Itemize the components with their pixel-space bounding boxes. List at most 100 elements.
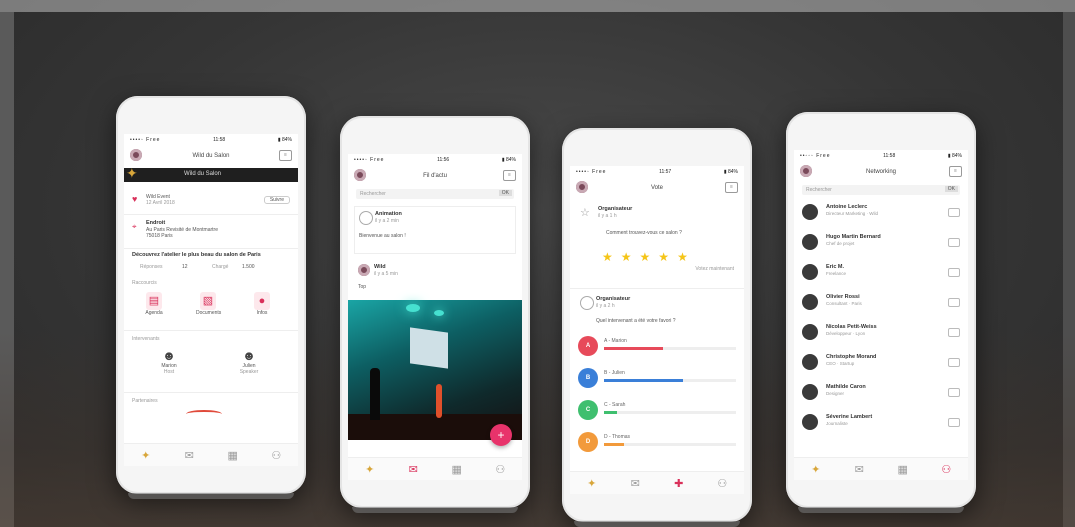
search-input[interactable]: Rechercher (806, 187, 832, 193)
tab-home[interactable]: ✦ (806, 463, 826, 476)
event-banner: ✦ Wild du Salon (124, 165, 298, 182)
shortcut-documents[interactable]: ▧ Documents (196, 292, 221, 316)
compose-button[interactable]: + (490, 424, 512, 446)
menu-icon[interactable]: ≡ (725, 182, 738, 193)
contact-subtitle: Freelance (826, 271, 847, 276)
post-author: Animation (375, 211, 402, 217)
tab-networking[interactable]: ⚇ (936, 463, 956, 476)
tab-vote[interactable]: ▦ (447, 463, 467, 476)
rating-question: Comment trouvez-vous ce salon ? (606, 230, 682, 236)
person-icon: ☻ (162, 348, 176, 363)
message-icon[interactable] (948, 418, 960, 427)
tab-vote[interactable]: ▦ (223, 449, 243, 462)
nav-bar: Networking ≡ (794, 162, 968, 182)
star-icon[interactable]: ★ (640, 250, 659, 264)
option-progress (604, 443, 624, 446)
tab-home[interactable]: ✦ (136, 449, 156, 462)
tab-home[interactable]: ✦ (582, 477, 602, 490)
poll-option[interactable]: D D - Thomas (578, 432, 736, 454)
contact-name: Olivier Rossi (826, 294, 860, 300)
speaker-card[interactable]: ☻ Julien Speaker (236, 348, 262, 375)
star-icon[interactable]: ★ (602, 250, 621, 264)
contact-subtitle: Journaliste (826, 421, 848, 426)
poll-option[interactable]: B B - Julien (578, 368, 736, 390)
phone-screen: ••••◦ Free 11:57 ▮ 84% Vote ≡ ☆ Organisa… (570, 166, 744, 494)
shortcut-info[interactable]: ● Infos (250, 292, 274, 316)
avatar (802, 384, 818, 400)
tab-networking[interactable]: ⚇ (712, 477, 732, 490)
sparkle-logo-icon: ✦ (126, 165, 138, 181)
option-track (604, 347, 736, 350)
message-icon[interactable] (948, 298, 960, 307)
option-badge: B (578, 368, 598, 388)
post-time: il y a 5 min (374, 271, 398, 277)
avatar (802, 294, 818, 310)
contact-row[interactable]: Antoine Leclerc Directeur Marketing · Wil… (802, 200, 960, 226)
organizer-row[interactable]: ♥ Wild Event 12 Avril 2018 Suivre (132, 194, 290, 208)
follow-button[interactable]: Suivre (263, 196, 290, 204)
search-button[interactable]: OK (944, 186, 958, 192)
presenter-silhouette (436, 384, 442, 418)
tab-networking[interactable]: ⚇ (266, 449, 286, 462)
message-icon[interactable] (948, 268, 960, 277)
avatar (359, 211, 373, 225)
message-icon[interactable] (948, 238, 960, 247)
place-block[interactable]: ⌖ Endroit Au Paris Revisité de Montmartr… (132, 220, 290, 242)
poll-option[interactable]: A A - Marion (578, 336, 736, 358)
menu-icon[interactable]: ≡ (279, 150, 292, 161)
rating-caption: Votez maintenant (695, 266, 734, 272)
page-title: Wild du Salon (192, 153, 230, 159)
phone-base (798, 507, 964, 513)
star-rating[interactable]: ★★★★★ (602, 250, 696, 264)
chat-icon: ✉ (184, 449, 194, 462)
contact-row[interactable]: Séverine Lambert Journaliste (802, 410, 960, 436)
contact-row[interactable]: Nicolas Petit-Weiss Développeur · Lyon (802, 320, 960, 346)
app-logo-icon[interactable] (576, 181, 588, 193)
menu-icon[interactable]: ≡ (503, 170, 516, 181)
tab-feed[interactable]: ✉ (179, 449, 199, 462)
tab-feed[interactable]: ✉ (625, 477, 645, 490)
message-icon[interactable] (948, 358, 960, 367)
sparkle-icon: ✦ (141, 449, 151, 462)
contact-row[interactable]: Christophe Morand CEO · Startup (802, 350, 960, 376)
tab-networking[interactable]: ⚇ (490, 463, 510, 476)
stats-row: Réponses 12 Chargé 1.500 (132, 264, 290, 272)
tab-feed[interactable]: ✉ (849, 463, 869, 476)
star-icon[interactable]: ★ (621, 250, 640, 264)
status-bar: ••◦◦◦ Free 11:58 ▮ 84% (800, 153, 962, 161)
poll-author: Organisateur (596, 296, 631, 302)
contact-row[interactable]: Olivier Rossi Consultant · Paris (802, 290, 960, 316)
search-input[interactable]: Rechercher (360, 191, 386, 197)
tab-vote[interactable]: ▦ (893, 463, 913, 476)
contact-row[interactable]: Hugo Martin Bernard Chef de projet (802, 230, 960, 256)
tab-home[interactable]: ✦ (360, 463, 380, 476)
clock: 11:56 (437, 157, 450, 163)
contact-row[interactable]: Eric M. Freelance (802, 260, 960, 286)
search-button[interactable]: OK (498, 190, 512, 196)
post-card[interactable]: Animation il y a 2 min Bienvenue au salo… (354, 206, 516, 254)
avatar (358, 264, 370, 276)
app-logo-icon[interactable] (800, 165, 812, 177)
app-logo-icon[interactable] (130, 149, 142, 161)
status-bar: ••••◦ Free 11:58 ▮ 84% (130, 137, 292, 145)
shortcut-agenda[interactable]: ▤ Agenda (142, 292, 166, 316)
speaker-silhouette (370, 368, 380, 420)
tab-vote[interactable]: ✚ (669, 477, 689, 490)
star-icon[interactable]: ★ (677, 250, 696, 264)
post-body: Bienvenue au salon ! (359, 233, 406, 239)
speaker-card[interactable]: ☻ Marion Host (156, 348, 182, 375)
message-icon[interactable] (948, 208, 960, 217)
star-icon[interactable]: ★ (658, 250, 677, 264)
contact-row[interactable]: Mathilde Caron Designer (802, 380, 960, 406)
person-icon: ☻ (242, 348, 256, 363)
option-progress (604, 347, 664, 350)
message-icon[interactable] (948, 388, 960, 397)
menu-icon[interactable]: ≡ (949, 166, 962, 177)
post-body: Top (358, 284, 367, 290)
app-logo-icon[interactable] (354, 169, 366, 181)
people-icon: ⚇ (495, 463, 506, 476)
poll-option[interactable]: C C - Sarah (578, 400, 736, 422)
post-photo[interactable] (348, 300, 522, 440)
tab-feed[interactable]: ✉ (403, 463, 423, 476)
message-icon[interactable] (948, 328, 960, 337)
